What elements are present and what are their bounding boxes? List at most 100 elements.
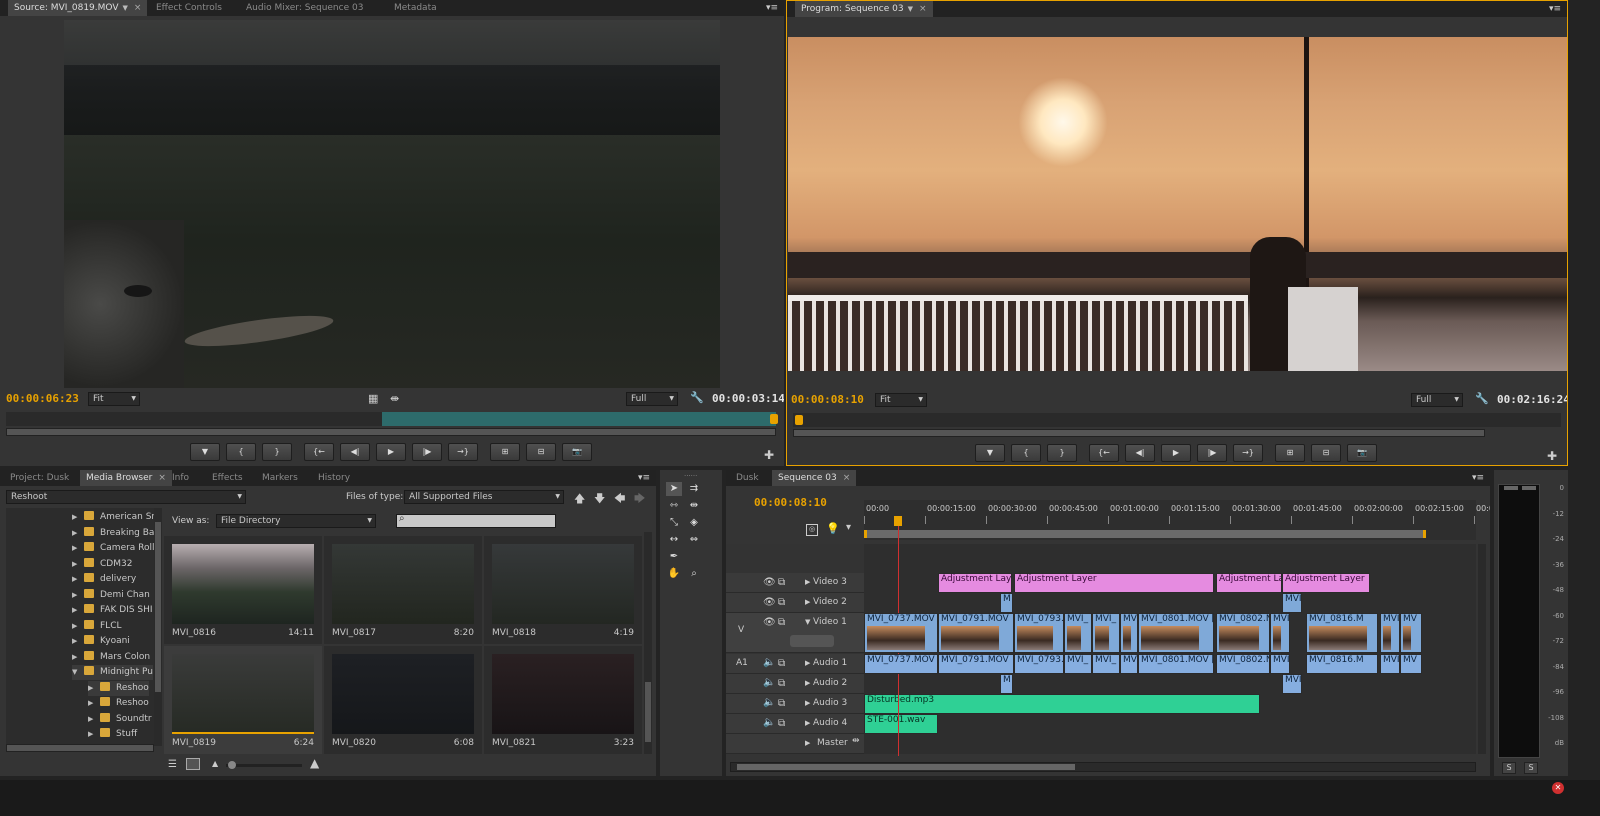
play-button[interactable]: ▶: [376, 443, 406, 461]
tab-markers[interactable]: Markers: [256, 470, 304, 486]
track-audio-2[interactable]: 🔈 ⧉ ▶ Audio 2: [726, 674, 864, 694]
snap-icon[interactable]: ◎: [806, 524, 818, 536]
program-quality-dropdown[interactable]: Full: [1411, 393, 1463, 407]
arrow-right-icon[interactable]: 🡆: [634, 490, 645, 509]
tab-metadata[interactable]: Metadata: [388, 0, 443, 16]
video-clip[interactable]: MVI_: [1064, 613, 1092, 653]
add-marker-button[interactable]: ▼: [190, 443, 220, 461]
arrow-left-icon[interactable]: 🡄: [614, 490, 625, 509]
sync-lock-icon[interactable]: ⧉: [778, 678, 785, 689]
audio-clip[interactable]: MVI_: [1064, 654, 1092, 674]
expand-arrow-icon[interactable]: ▶: [72, 634, 84, 649]
tab-info[interactable]: Info: [166, 470, 195, 486]
audio-clip[interactable]: M: [1000, 674, 1013, 694]
audio-clip-disturbed[interactable]: Disturbed.mp3: [864, 694, 1260, 714]
go-to-out-button[interactable]: →}: [1233, 444, 1263, 462]
close-icon[interactable]: ×: [134, 3, 142, 13]
expand-arrow-icon[interactable]: ▶: [805, 659, 810, 667]
files-of-type-dropdown[interactable]: All Supported Files: [404, 490, 564, 504]
expand-arrow-icon[interactable]: ▶: [72, 510, 84, 525]
audio-clip[interactable]: MVI: [1282, 674, 1302, 694]
source-fit-dropdown[interactable]: Fit: [88, 392, 140, 406]
thumbnail-item[interactable]: MVI_0821 3:23: [484, 646, 642, 754]
step-forward-button[interactable]: |▶: [1197, 444, 1227, 462]
video-clip[interactable]: MVI_0791.MOV: [938, 613, 1014, 653]
expand-arrow-icon[interactable]: ▶: [88, 727, 100, 742]
tab-source[interactable]: Source: MVI_0819.MOV ▼ ×: [8, 0, 148, 16]
expand-arrow-icon[interactable]: ▶: [72, 526, 84, 541]
go-to-in-button[interactable]: {←: [1089, 444, 1119, 462]
expand-arrow-icon[interactable]: ▶: [805, 699, 810, 707]
program-time-ruler[interactable]: [793, 413, 1561, 427]
timeline-vscroll[interactable]: [1478, 544, 1486, 754]
tree-hscrollbar[interactable]: [6, 744, 154, 752]
sync-lock-icon[interactable]: ⧉: [778, 577, 785, 588]
expand-arrow-icon[interactable]: ▶: [72, 588, 84, 603]
a1-target[interactable]: A1: [736, 658, 748, 668]
mark-in-button[interactable]: {: [1011, 444, 1041, 462]
expand-arrow-icon[interactable]: ▼: [805, 618, 810, 626]
thumbnail-item[interactable]: MVI_0817 8:20: [324, 536, 482, 644]
program-zoom-scrollbar[interactable]: [793, 429, 1485, 437]
folder-tree-item[interactable]: ▶ Mars Colon: [72, 650, 150, 665]
speaker-icon[interactable]: 🔈: [763, 717, 775, 728]
icon-view-icon[interactable]: [186, 758, 200, 770]
zoom-in-icon[interactable]: ▲: [310, 756, 319, 770]
audio-clip[interactable]: MVI_0791.MOV: [938, 654, 1014, 674]
source-playhead-timecode[interactable]: 00:00:06:23: [6, 392, 79, 405]
speaker-icon[interactable]: 🔈: [763, 697, 775, 708]
video-clip[interactable]: MVI: [1270, 613, 1290, 653]
thumbnail-item[interactable]: MVI_0820 6:08: [324, 646, 482, 754]
source-zoom-scrollbar[interactable]: [6, 428, 776, 436]
expand-arrow-icon[interactable]: ▼: [72, 665, 84, 680]
export-frame-button[interactable]: 📷: [1347, 444, 1377, 462]
marker-icon[interactable]: ▾: [846, 522, 851, 533]
location-dropdown[interactable]: Reshoot: [6, 490, 246, 504]
close-icon[interactable]: ×: [843, 473, 851, 483]
folder-tree-item[interactable]: ▶ Reshoo: [88, 696, 149, 711]
audio-clip[interactable]: MVI: [1270, 654, 1290, 674]
panel-menu-icon[interactable]: ▾≡: [638, 470, 650, 486]
pen-tool-icon[interactable]: ✒: [666, 550, 682, 564]
rate-stretch-tool-icon[interactable]: ⤡: [666, 516, 682, 530]
source-time-ruler[interactable]: [6, 412, 778, 426]
program-fit-dropdown[interactable]: Fit: [875, 393, 927, 407]
tab-audio-mixer[interactable]: Audio Mixer: Sequence 03: [240, 0, 369, 16]
tab-program[interactable]: Program: Sequence 03 ▼ ×: [795, 1, 933, 17]
mark-out-button[interactable]: }: [1047, 444, 1077, 462]
step-back-button[interactable]: ◀|: [340, 443, 370, 461]
eye-icon[interactable]: 👁: [763, 617, 776, 628]
track-audio-3[interactable]: 🔈 ⧉ ▶ Audio 3: [726, 694, 864, 714]
search-input[interactable]: ⌕: [396, 513, 556, 528]
close-icon[interactable]: ×: [158, 473, 166, 483]
eye-icon[interactable]: 👁: [763, 597, 776, 608]
rolling-edit-tool-icon[interactable]: ⇹: [686, 499, 702, 513]
work-area-bar[interactable]: [864, 530, 1426, 538]
timeline-playhead-timecode[interactable]: 00:00:08:10: [754, 496, 827, 509]
tab-effects[interactable]: Effects: [206, 470, 249, 486]
thumbnail-item[interactable]: MVI_0818 4:19: [484, 536, 642, 644]
zoom-tool-icon[interactable]: ⌕: [686, 567, 702, 581]
panel-menu-icon[interactable]: ▾≡: [1549, 1, 1561, 17]
panel-menu-icon[interactable]: ▾≡: [766, 0, 778, 16]
tab-dusk[interactable]: Dusk: [730, 470, 765, 486]
program-playhead[interactable]: [795, 415, 803, 425]
track-video-1[interactable]: V 👁 ⧉ ▼ Video 1: [726, 613, 864, 653]
add-button-icon[interactable]: ✚: [764, 448, 774, 462]
source-playhead[interactable]: [770, 414, 778, 424]
add-button-icon[interactable]: ✚: [1547, 449, 1557, 463]
video-clip[interactable]: MVI_0816.M: [1306, 613, 1378, 653]
video-clip[interactable]: MVI_0737.MOV [V: [864, 613, 938, 653]
tree-scrollbar[interactable]: [154, 508, 162, 746]
audio-clip[interactable]: MVI_0737.MOV [A: [864, 654, 938, 674]
folder-tree-item[interactable]: ▼ Midnight Pu: [72, 665, 153, 680]
source-quality-dropdown[interactable]: Full: [626, 392, 678, 406]
track-master[interactable]: ▶ Master ⇹: [726, 734, 864, 754]
adjustment-layer-clip[interactable]: Adjustment Layer: [1282, 573, 1370, 593]
track-video-3[interactable]: 👁 ⧉ ▶ Video 3: [726, 573, 864, 593]
keyframe-icon[interactable]: 💡: [826, 522, 840, 535]
video-clip[interactable]: MVI_: [1380, 613, 1400, 653]
tab-media-browser[interactable]: Media Browser ×: [80, 470, 172, 486]
film-icon[interactable]: ▦: [368, 392, 378, 405]
folder-tree-item[interactable]: ▶ Kyoani: [72, 634, 130, 649]
